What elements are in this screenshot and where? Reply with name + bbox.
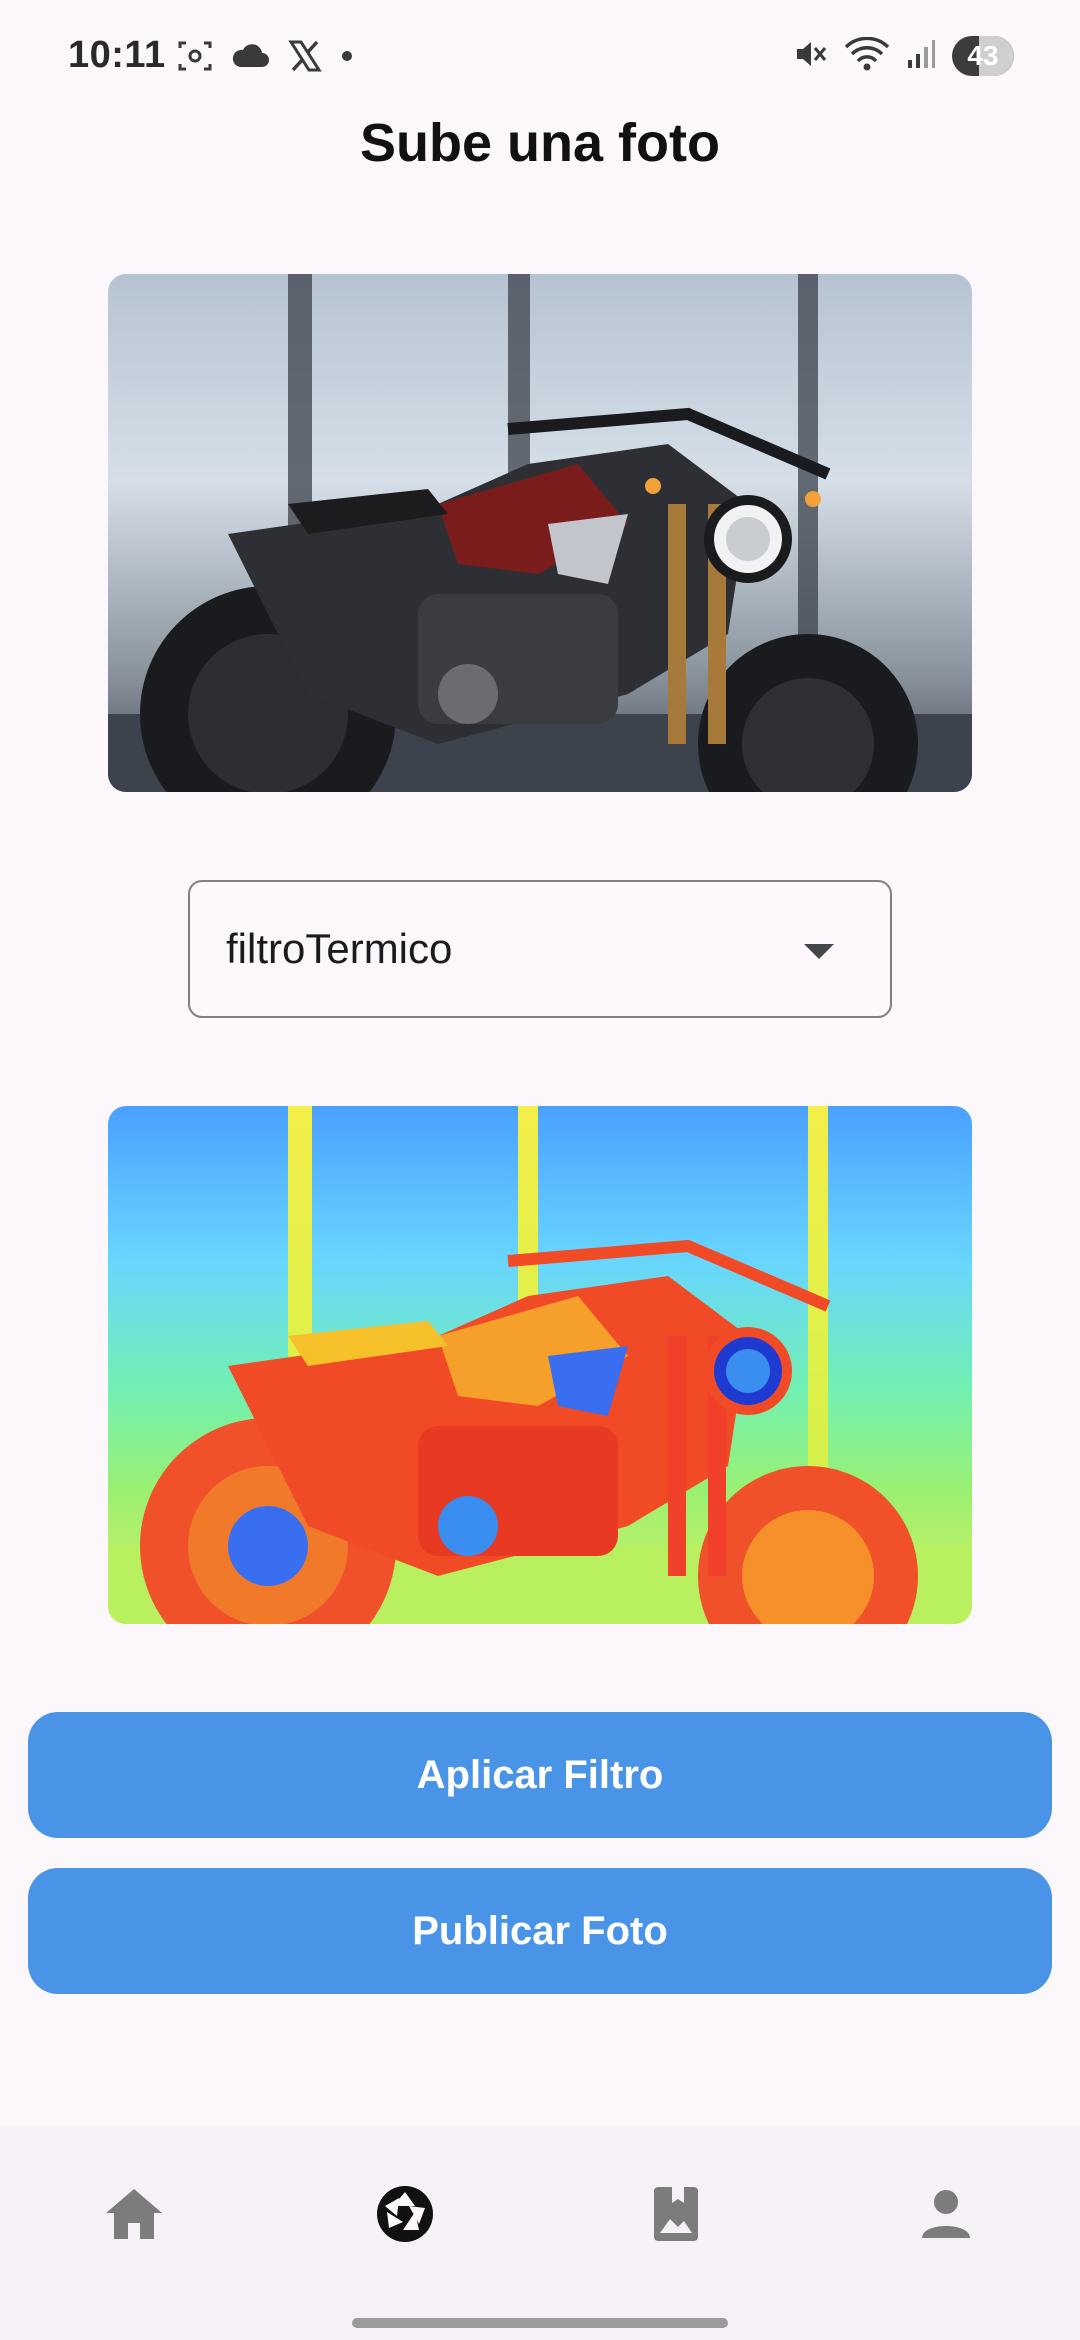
filter-select[interactable]: filtroTermico [188,880,892,1018]
dot-icon [340,49,354,68]
battery-indicator: 43 [952,36,1014,76]
camera-shutter-icon [375,2184,435,2249]
wifi-icon [844,36,890,76]
original-photo[interactable] [108,274,972,792]
status-bar: 10:11 43 [0,0,1080,120]
home-indicator[interactable] [352,2318,728,2328]
battery-level-text: 43 [967,40,999,71]
home-icon [104,2187,164,2246]
signal-icon [906,38,936,75]
screenshot-icon [178,40,212,77]
nav-item-upload[interactable] [345,2156,465,2276]
nav-item-profile[interactable] [886,2156,1006,2276]
apply-filter-button[interactable]: Aplicar Filtro [28,1712,1052,1838]
filtered-photo[interactable] [108,1106,972,1624]
nav-item-gallery[interactable] [616,2156,736,2276]
x-logo-icon [288,40,322,77]
arrow-drop-down-icon [804,944,834,959]
bottom-navigation [0,2126,1080,2340]
status-icons-left [178,40,354,77]
person-icon [920,2188,972,2245]
thermal-motorcycle-image [108,1239,972,1624]
cloud-icon [230,43,270,74]
gallery-bookmark-icon [652,2185,700,2248]
status-time: 10:11 [68,34,166,76]
nav-item-home[interactable] [74,2156,194,2276]
filter-select-value: filtroTermico [226,925,453,972]
status-icons-right: 43 [794,36,1014,76]
motorcycle-image [108,407,972,792]
page-title: Sube una foto [360,113,720,173]
mute-icon [794,38,828,75]
publish-photo-button[interactable]: Publicar Foto [28,1868,1052,1994]
